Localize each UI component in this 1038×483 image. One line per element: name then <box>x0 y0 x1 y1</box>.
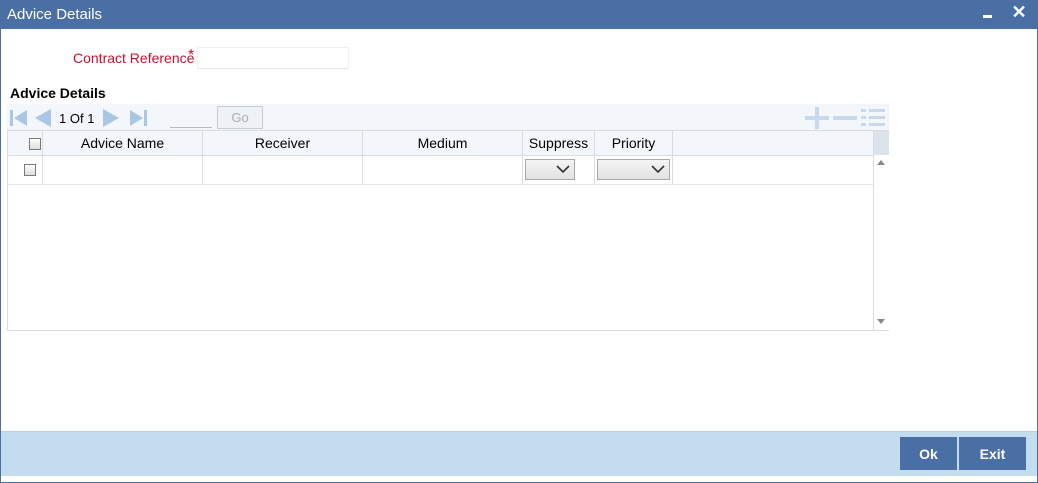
select-all-checkbox[interactable] <box>29 138 41 150</box>
scroll-down-icon[interactable] <box>877 319 885 324</box>
last-page-icon[interactable] <box>129 109 147 127</box>
chevron-down-icon <box>556 165 570 174</box>
advice-details-grid: Advice Name Receiver Medium Suppress Pri… <box>7 130 889 331</box>
current-page: 1 <box>59 111 67 126</box>
title-bar: Advice Details ✕ <box>1 1 1037 29</box>
column-header-receiver[interactable]: Receiver <box>203 131 363 155</box>
table-header: Advice Name Receiver Medium Suppress Pri… <box>8 131 873 156</box>
column-header-suppress[interactable]: Suppress <box>523 131 595 155</box>
suppress-cell <box>523 155 595 184</box>
scroll-up-icon[interactable] <box>877 160 885 165</box>
contract-reference-label: Contract Reference <box>73 50 195 66</box>
required-marker: * <box>188 47 195 64</box>
total-pages: 1 <box>87 111 95 126</box>
page-number-input[interactable] <box>170 108 212 128</box>
exit-button[interactable]: Exit <box>959 437 1026 470</box>
scrollbar-header-cap <box>874 131 889 155</box>
vertical-scrollbar[interactable] <box>873 131 889 330</box>
window-title: Advice Details <box>7 6 103 23</box>
prev-page-icon[interactable] <box>33 109 51 127</box>
pagination-toolbar: 1 Of 1 Go <box>7 104 889 130</box>
minimize-icon[interactable] <box>979 3 997 25</box>
close-icon[interactable]: ✕ <box>1009 1 1029 23</box>
priority-cell <box>595 155 673 184</box>
ok-button[interactable]: Ok <box>900 437 957 470</box>
advice-details-window: Advice Details ✕ Contract Reference * Ad… <box>0 0 1038 483</box>
first-page-icon[interactable] <box>10 109 28 127</box>
plus-icon[interactable] <box>804 107 830 129</box>
next-page-icon[interactable] <box>103 109 121 127</box>
suppress-select[interactable] <box>525 159 575 180</box>
column-header-priority[interactable]: Priority <box>595 131 673 155</box>
column-header-advice-name[interactable]: Advice Name <box>43 131 203 155</box>
contract-reference-input[interactable] <box>197 47 349 69</box>
section-title: Advice Details <box>10 85 106 101</box>
row-select-cell <box>8 155 43 184</box>
table-row <box>8 155 873 185</box>
list-view-icon[interactable] <box>860 107 886 129</box>
row-checkbox[interactable] <box>24 164 36 176</box>
go-button[interactable]: Go <box>217 106 263 129</box>
of-label: Of <box>69 111 84 126</box>
minus-icon[interactable] <box>832 107 858 129</box>
column-header-medium[interactable]: Medium <box>363 131 523 155</box>
select-all-header <box>8 131 43 155</box>
medium-cell[interactable] <box>363 155 523 184</box>
priority-select[interactable] <box>597 159 670 180</box>
page-indicator: 1 Of 1 <box>59 111 94 126</box>
receiver-cell[interactable] <box>203 155 363 184</box>
advice-name-cell[interactable] <box>43 155 203 184</box>
footer-bar: Ok Exit <box>1 431 1037 476</box>
chevron-down-icon <box>651 165 665 174</box>
